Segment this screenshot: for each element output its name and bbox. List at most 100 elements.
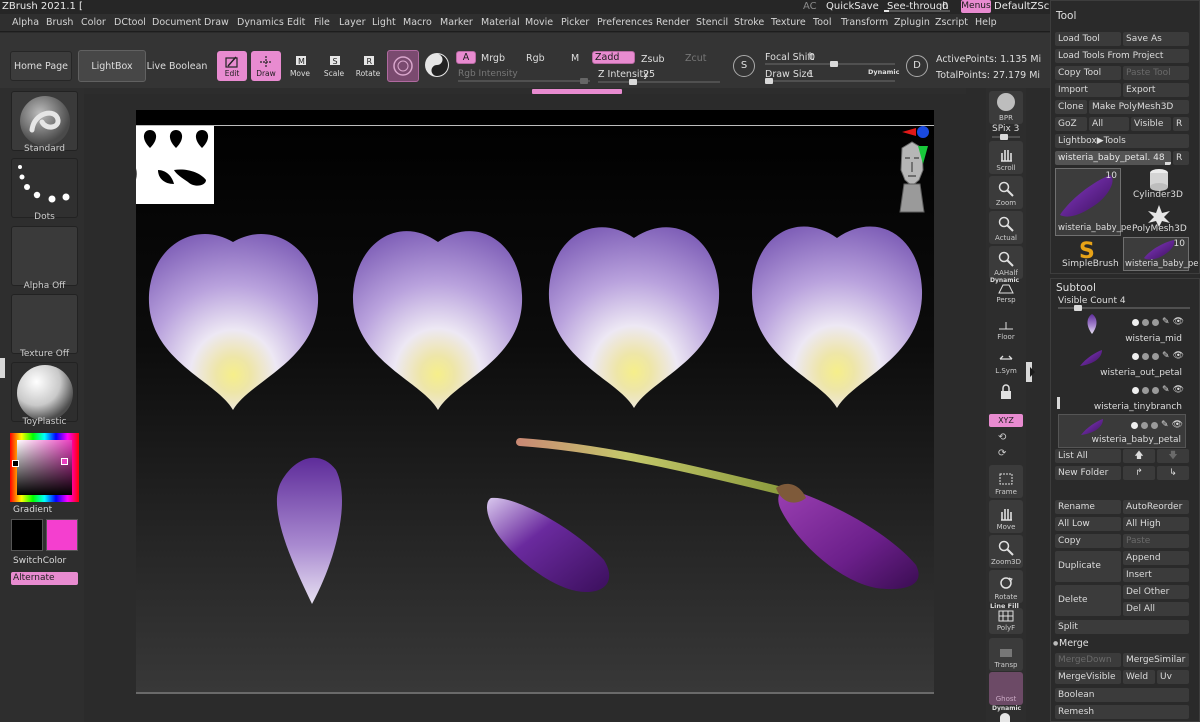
actual-button[interactable]: Actual xyxy=(989,211,1023,244)
merge-visible-button[interactable]: MergeVisible xyxy=(1055,670,1121,684)
export-button[interactable]: Export xyxy=(1123,83,1189,97)
uv-toggle[interactable]: Uv xyxy=(1157,670,1189,684)
menu-render[interactable]: Render xyxy=(656,17,690,28)
color-picker[interactable] xyxy=(10,433,79,502)
copy-tool-button[interactable]: Copy Tool xyxy=(1055,66,1121,80)
solo-icon[interactable] xyxy=(1000,713,1010,722)
tool-title[interactable]: Tool xyxy=(1056,10,1076,22)
stroke-mode-button[interactable] xyxy=(425,53,449,77)
menu-tool[interactable]: Tool xyxy=(813,17,831,28)
transp-button[interactable]: Transp xyxy=(989,638,1023,671)
copy-subtool-button[interactable]: Copy xyxy=(1055,534,1121,548)
tool-thumb-polymesh3d[interactable]: PolyMesh3D xyxy=(1123,203,1189,237)
load-tool-button[interactable]: Load Tool xyxy=(1055,32,1121,46)
floor-button[interactable]: Floor xyxy=(989,310,1023,343)
goz-r-button[interactable]: R xyxy=(1173,117,1189,131)
color-square[interactable] xyxy=(17,440,72,495)
rgb-toggle[interactable]: Rgb xyxy=(526,53,545,64)
menu-picker[interactable]: Picker xyxy=(561,17,589,28)
boolean-subpalette[interactable]: Boolean xyxy=(1055,688,1189,702)
see-through-slider[interactable] xyxy=(884,10,950,12)
menu-transform[interactable]: Transform xyxy=(841,17,888,28)
color-marker[interactable] xyxy=(12,460,19,467)
zadd-toggle[interactable]: Zadd xyxy=(592,51,635,64)
merge-subpalette-title[interactable]: Merge xyxy=(1059,638,1089,649)
lightbox-tools-button[interactable]: Lightbox▶Tools xyxy=(1055,134,1189,148)
menu-preferences[interactable]: Preferences xyxy=(597,17,653,28)
import-button[interactable]: Import xyxy=(1055,83,1121,97)
menu-stroke[interactable]: Stroke xyxy=(734,17,764,28)
merge-similar-button[interactable]: MergeSimilar xyxy=(1123,653,1189,667)
all-low-button[interactable]: All Low xyxy=(1055,517,1121,531)
rotate-button[interactable]: R Rotate xyxy=(353,51,383,81)
menu-dynamics[interactable]: Dynamics xyxy=(237,17,284,28)
menu-alpha[interactable]: Alpha xyxy=(12,17,39,28)
rotate-view-button[interactable]: Rotate xyxy=(989,570,1023,603)
move-view-button[interactable]: Move xyxy=(989,500,1023,533)
paste-subtool-button[interactable]: Paste xyxy=(1123,534,1189,548)
goz-visible-button[interactable]: Visible xyxy=(1131,117,1171,131)
load-tools-from-project-button[interactable]: Load Tools From Project xyxy=(1055,49,1189,63)
quicksave-button[interactable]: QuickSave xyxy=(826,1,879,12)
menu-material[interactable]: Material xyxy=(481,17,520,28)
edit-button[interactable]: Edit xyxy=(217,51,247,81)
brush-picker[interactable] xyxy=(11,91,78,151)
clone-button[interactable]: Clone xyxy=(1055,100,1087,114)
live-boolean-button[interactable]: Live Boolean xyxy=(146,51,208,81)
switch-color-button[interactable]: SwitchColor xyxy=(11,555,78,568)
goz-all-button[interactable]: All xyxy=(1089,117,1129,131)
menus-toggle[interactable]: Menus xyxy=(961,0,991,13)
tool-thumb-wisteria-1[interactable]: 10 wisteria_baby_pe xyxy=(1055,168,1132,236)
alpha-picker[interactable] xyxy=(11,226,78,286)
rgb-intensity-slider[interactable] xyxy=(458,78,590,84)
menu-layer[interactable]: Layer xyxy=(339,17,366,28)
material-swatch-button[interactable] xyxy=(387,50,419,82)
petal-meshes[interactable] xyxy=(136,110,934,694)
alternate-toggle[interactable]: Alternate xyxy=(11,572,78,585)
subtool-row-wisteria-out-petal[interactable]: ✎ 👁 wisteria_out_petal xyxy=(1058,346,1186,380)
spix-setting[interactable]: SPix 3 xyxy=(992,124,1019,134)
merge-collapse-icon[interactable]: ● xyxy=(1053,640,1058,647)
m-toggle[interactable]: M xyxy=(571,53,579,64)
xyz-rotate-toggle[interactable]: XYZ xyxy=(989,414,1023,427)
home-page-button[interactable]: Home Page xyxy=(10,51,72,81)
menu-brush[interactable]: Brush xyxy=(46,17,73,28)
s-button[interactable]: S xyxy=(733,55,755,77)
paste-tool-button[interactable]: Paste Tool xyxy=(1123,66,1189,80)
menu-zplugin[interactable]: Zplugin xyxy=(894,17,930,28)
rotate-z-icon[interactable]: ⟳ xyxy=(998,448,1006,459)
current-tool-r-button[interactable]: R xyxy=(1173,151,1189,165)
menu-movie[interactable]: Movie xyxy=(525,17,553,28)
merge-down-button[interactable]: MergeDown xyxy=(1055,653,1121,667)
zoom3d-button[interactable]: Zoom3D xyxy=(989,535,1023,568)
rotate-y-icon[interactable]: ⟲ xyxy=(998,432,1006,443)
make-polymesh3d-button[interactable]: Make PolyMesh3D xyxy=(1089,100,1189,114)
all-high-button[interactable]: All High xyxy=(1123,517,1189,531)
menu-file[interactable]: File xyxy=(314,17,330,28)
lock-button[interactable] xyxy=(989,378,1023,404)
menu-document[interactable]: Document xyxy=(152,17,201,28)
aahalf-button[interactable]: AAHalf xyxy=(989,246,1023,279)
weld-toggle[interactable]: Weld xyxy=(1123,670,1155,684)
menu-draw[interactable]: Draw xyxy=(204,17,229,28)
dynamic-toggle[interactable]: Dynamic xyxy=(868,68,900,76)
move-down-button[interactable]: 🡇 xyxy=(1157,449,1189,463)
lsym-button[interactable]: L.Sym xyxy=(989,344,1023,377)
color-marker-secondary[interactable] xyxy=(61,458,68,465)
texture-picker[interactable] xyxy=(11,294,78,354)
tool-thumb-simplebrush[interactable]: S SimpleBrush xyxy=(1055,237,1121,271)
visible-count-slider[interactable] xyxy=(1058,305,1190,311)
d-button[interactable]: D xyxy=(906,55,928,77)
del-other-button[interactable]: Del Other xyxy=(1123,585,1189,599)
spix-slider[interactable] xyxy=(992,134,1020,140)
remesh-subpalette[interactable]: Remesh xyxy=(1055,705,1189,719)
insert-button[interactable]: Insert xyxy=(1123,568,1189,582)
move-folder-down-button[interactable]: ↳ xyxy=(1157,466,1189,480)
ghost-button[interactable]: Ghost xyxy=(989,672,1023,705)
mrgb-toggle[interactable]: Mrgb xyxy=(481,53,505,64)
menu-macro[interactable]: Macro xyxy=(403,17,432,28)
tool-thumb-cylinder3d[interactable]: Cylinder3D xyxy=(1123,168,1189,202)
bpr-button[interactable]: BPR xyxy=(989,91,1023,124)
menu-dctool[interactable]: DCtool xyxy=(114,17,146,28)
secondary-color-swatch[interactable] xyxy=(46,519,78,551)
